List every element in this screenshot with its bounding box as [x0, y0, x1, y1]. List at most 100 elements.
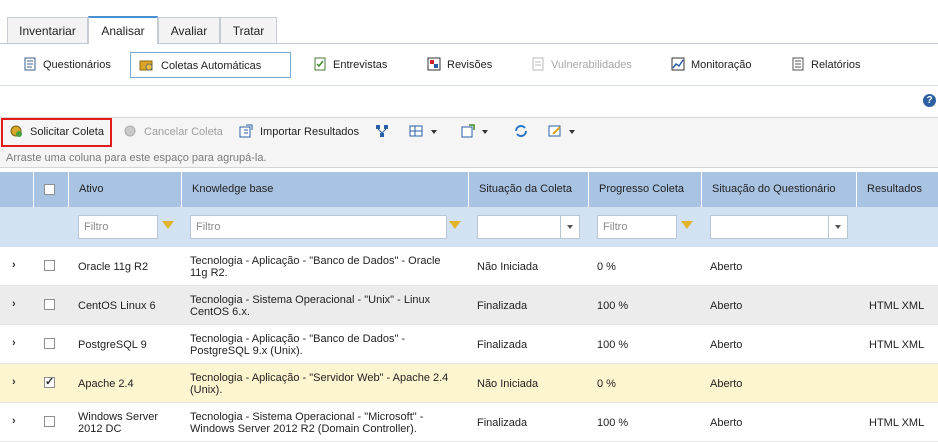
subnav-label: Entrevistas	[333, 59, 388, 71]
questionnaire-icon	[24, 57, 36, 71]
request-collection-label: Solicitar Coleta	[30, 126, 104, 138]
column-header-progresso-coleta[interactable]: Progresso Coleta	[588, 172, 701, 207]
tab-analisar[interactable]: Analisar	[88, 16, 158, 44]
subnav-revisoes[interactable]: Revisões	[427, 52, 492, 78]
cell-situacao-questionario: Aberto	[710, 261, 743, 273]
filter-row: Filtro Filtro Filtro	[0, 207, 938, 247]
filter-knowledge-base-input[interactable]: Filtro	[190, 215, 447, 239]
help-icon[interactable]: ?	[923, 94, 936, 107]
expand-row-icon[interactable]: ›	[12, 259, 16, 271]
export-button[interactable]	[460, 121, 488, 143]
column-header-situacao-questionario[interactable]: Situação do Questionário	[701, 172, 856, 207]
filter-progresso-input[interactable]: Filtro	[597, 215, 677, 239]
row-checkbox[interactable]	[44, 338, 55, 349]
table-row[interactable]: › Windows Server 2012 DC Tecnologia - Si…	[0, 403, 938, 442]
row-checkbox[interactable]	[44, 375, 55, 388]
cell-ativo: Windows Server 2012 DC	[78, 411, 159, 435]
request-collection-button[interactable]: Solicitar Coleta	[1, 118, 112, 147]
cell-knowledge-base: Tecnologia - Sistema Operacional - "Micr…	[190, 411, 424, 435]
subnav-label: Coletas Automáticas	[161, 60, 262, 72]
cell-progresso: 100 %	[597, 417, 629, 429]
table-row[interactable]: › Oracle 11g R2 Tecnologia - Aplicação -…	[0, 247, 938, 286]
export-icon	[461, 124, 475, 138]
cell-ativo: PostgreSQL 9	[78, 339, 147, 351]
select-all-checkbox[interactable]	[44, 184, 55, 195]
grid-group-icon	[409, 125, 423, 137]
table-row[interactable]: › PostgreSQL 9 Tecnologia - Aplicação - …	[0, 325, 938, 364]
subnav-coletas-automaticas[interactable]: Coletas Automáticas	[130, 52, 291, 78]
grid-toolbar: Solicitar Coleta Cancelar Coleta Importa…	[0, 117, 938, 148]
subnav-label: Relatórios	[811, 59, 861, 71]
select-all-column-header	[33, 172, 68, 207]
row-checkbox[interactable]	[44, 299, 55, 310]
gear-play-icon	[10, 125, 22, 138]
cell-progresso: 0 %	[597, 261, 616, 273]
filter-icon[interactable]	[162, 221, 174, 229]
tab-tratar[interactable]: Tratar	[220, 17, 277, 43]
import-icon	[239, 124, 253, 138]
filter-icon[interactable]	[449, 221, 461, 229]
edit-button[interactable]	[547, 121, 575, 143]
cell-knowledge-base: Tecnologia - Aplicação - "Banco de Dados…	[190, 333, 406, 357]
subnav-label: Questionários	[43, 59, 111, 71]
tab-inventariar[interactable]: Inventariar	[7, 17, 88, 43]
group-by-hint[interactable]: Arraste uma coluna para este espaço para…	[0, 148, 938, 168]
edit-icon	[548, 125, 561, 137]
row-checkbox[interactable]	[44, 416, 55, 427]
column-header-ativo[interactable]: Ativo	[68, 172, 181, 207]
table-row[interactable]: › CentOS Linux 6 Tecnologia - Sistema Op…	[0, 286, 938, 325]
filter-situacao-coleta-select[interactable]	[477, 215, 580, 239]
review-icon	[427, 57, 441, 71]
column-header-situacao-coleta[interactable]: Situação da Coleta	[468, 172, 588, 207]
cell-ativo: Apache 2.4	[78, 378, 134, 390]
gear-cancel-icon	[124, 125, 136, 137]
cell-progresso: 0 %	[597, 378, 616, 390]
expand-column-header	[0, 172, 33, 207]
expand-row-icon[interactable]: ›	[12, 337, 16, 349]
monitoring-icon	[671, 57, 685, 71]
filter-situacao-questionario-select[interactable]	[710, 215, 848, 239]
refresh-button[interactable]	[514, 121, 534, 143]
cancel-collection-button[interactable]: Cancelar Coleta	[122, 121, 223, 143]
import-results-label: Importar Resultados	[260, 126, 360, 138]
cell-progresso: 100 %	[597, 339, 629, 351]
subnav-label: Revisões	[447, 59, 493, 71]
subnav-questionarios[interactable]: Questionários	[23, 52, 111, 78]
chevron-down-icon	[569, 130, 575, 135]
expand-row-icon[interactable]: ›	[12, 376, 16, 388]
filter-ativo-input[interactable]: Filtro	[78, 215, 158, 239]
expand-row-icon[interactable]: ›	[12, 298, 16, 310]
cell-situacao-coleta: Finalizada	[477, 339, 528, 351]
cell-resultados[interactable]: HTML XML	[869, 339, 924, 351]
cell-resultados[interactable]: HTML XML	[869, 417, 924, 429]
cell-progresso: 100 %	[597, 300, 629, 312]
expand-row-icon[interactable]: ›	[12, 415, 16, 427]
group-rows-button[interactable]	[407, 121, 437, 143]
cancel-collection-label: Cancelar Coleta	[144, 126, 223, 138]
report-icon	[792, 57, 804, 71]
filter-icon[interactable]	[681, 221, 693, 229]
subnav-entrevistas[interactable]: Entrevistas	[313, 52, 387, 78]
chevron-down-icon	[560, 216, 579, 238]
analysis-subnav: Questionários Coletas Automáticas Entrev…	[0, 44, 938, 86]
cell-situacao-coleta: Finalizada	[477, 300, 528, 312]
subnav-monitoracao[interactable]: Monitoração	[671, 52, 752, 78]
subnav-vulnerabilidades[interactable]: Vulnerabilidades	[531, 52, 632, 78]
cell-situacao-coleta: Não Iniciada	[477, 378, 539, 390]
import-results-button[interactable]: Importar Resultados	[238, 121, 359, 143]
vulnerability-icon	[532, 57, 544, 71]
column-header-knowledge-base[interactable]: Knowledge base	[181, 172, 468, 207]
row-checkbox[interactable]	[44, 260, 55, 271]
cell-resultados[interactable]: HTML XML	[869, 300, 924, 312]
column-header-resultados[interactable]: Resultados	[856, 172, 938, 207]
hierarchy-button[interactable]	[375, 121, 395, 143]
chevron-down-icon	[828, 216, 847, 238]
subnav-relatorios[interactable]: Relatórios	[791, 52, 861, 78]
interview-icon	[314, 57, 326, 71]
cell-knowledge-base: Tecnologia - Aplicação - "Banco de Dados…	[190, 255, 441, 279]
table-row-selected[interactable]: › Apache 2.4 Tecnologia - Aplicação - "S…	[0, 364, 938, 403]
hierarchy-icon	[376, 125, 388, 138]
refresh-icon	[515, 125, 527, 138]
subnav-label: Vulnerabilidades	[551, 59, 632, 71]
tab-avaliar[interactable]: Avaliar	[158, 17, 220, 43]
